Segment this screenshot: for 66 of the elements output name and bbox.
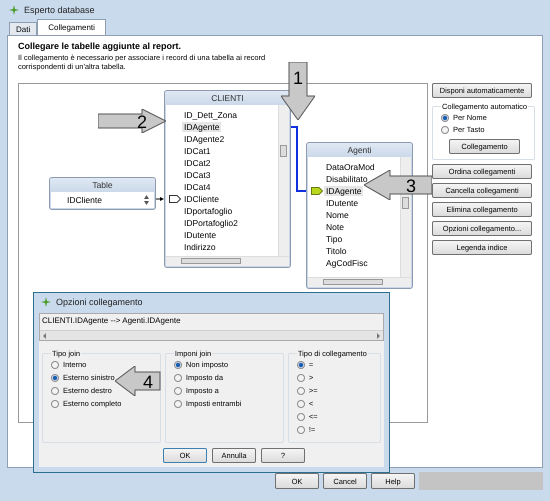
table-title: CLIENTI [210, 92, 245, 105]
radio-button[interactable] [174, 400, 182, 408]
field-name[interactable]: ID_Dett_Zona [182, 110, 239, 120]
radio-button[interactable] [441, 126, 449, 134]
spin-arrows-icon[interactable] [143, 194, 150, 206]
radio-button[interactable] [296, 360, 305, 368]
link-text: CLIENTI.IDAgente --> Agenti.IDAgente [41, 315, 182, 327]
callout-number: 1 [293, 68, 303, 88]
key-marker-icon [169, 195, 181, 203]
link-connector [291, 126, 306, 192]
link-arrow [156, 197, 164, 201]
table-node[interactable]: Table IDCliente [49, 177, 156, 210]
radio-button[interactable] [51, 374, 59, 382]
horizontal-scrollbar[interactable] [40, 330, 383, 340]
table-title: Agenti [346, 144, 373, 157]
radio-button[interactable] [51, 360, 59, 368]
field-name[interactable]: Titolo [324, 246, 348, 256]
app-icon [9, 4, 19, 14]
callout-arrow [98, 109, 166, 133]
callout-arrow [115, 366, 160, 396]
radio-button[interactable] [441, 114, 449, 122]
horizontal-scrollbar[interactable] [308, 277, 411, 287]
field-name[interactable]: IDportafoglio [182, 206, 234, 216]
field-name[interactable]: IDCat4 [182, 182, 212, 192]
field-name[interactable]: IDAgente [182, 122, 222, 132]
radio-button[interactable] [296, 374, 305, 382]
table-node[interactable]: CLIENTI ID_Dett_Zona IDAgente IDAgente2 IDCat1 IDCat2 IDCat3 IDCat4 IDCliente IDportafoglio IDPortafoglio2 IDutente Indirizzo [164, 90, 291, 268]
field-name[interactable]: DataOraMod [324, 162, 377, 172]
field-name[interactable]: Nome [324, 210, 351, 220]
field-name[interactable]: IDutente [324, 198, 360, 208]
radio-button[interactable] [174, 360, 182, 368]
field-name[interactable]: IDCat2 [182, 158, 212, 168]
field-name[interactable]: Indirizzo [182, 242, 218, 252]
tab[interactable]: Collegamenti [37, 19, 106, 35]
field-name[interactable]: IDAgente [324, 186, 364, 196]
radio-button[interactable] [174, 374, 182, 382]
tab[interactable]: Dati [9, 22, 38, 35]
field-name[interactable]: AgCodFisc [324, 258, 370, 268]
window-title: Esperto database [24, 4, 95, 14]
radio-button[interactable] [296, 400, 305, 408]
callout-number: 4 [143, 372, 153, 392]
field-name[interactable]: IDCliente [182, 194, 221, 204]
field-name[interactable]: IDCat1 [182, 146, 212, 156]
horizontal-scrollbar[interactable] [166, 256, 289, 266]
field-name[interactable]: Disabilitato [324, 174, 370, 184]
callout-number: 3 [406, 176, 416, 196]
vertical-scrollbar[interactable] [278, 105, 289, 256]
radio-button[interactable] [296, 426, 305, 434]
radio-button[interactable] [174, 386, 182, 394]
field-name[interactable]: IDPortafoglio2 [182, 218, 240, 228]
field-name[interactable]: IDCat3 [182, 170, 212, 180]
radio-button[interactable] [296, 412, 305, 420]
field-name[interactable]: IDutente [182, 230, 218, 240]
radio-button[interactable] [51, 386, 59, 394]
callout-number: 2 [137, 112, 147, 132]
field-name[interactable]: Tipo [324, 234, 344, 244]
key-marker-icon [311, 187, 323, 195]
field-name[interactable]: IDAgente2 [182, 134, 226, 144]
table-title: Table [91, 179, 114, 192]
field-name[interactable]: Note [324, 222, 346, 232]
heading: Collegare le tabelle aggiunte al report. [18, 41, 182, 51]
app-icon [41, 296, 51, 306]
dialog-title: Opzioni collegamento [56, 296, 143, 306]
callout-arrow [281, 62, 315, 120]
radio-button[interactable] [296, 386, 305, 394]
radio-button[interactable] [51, 400, 59, 408]
